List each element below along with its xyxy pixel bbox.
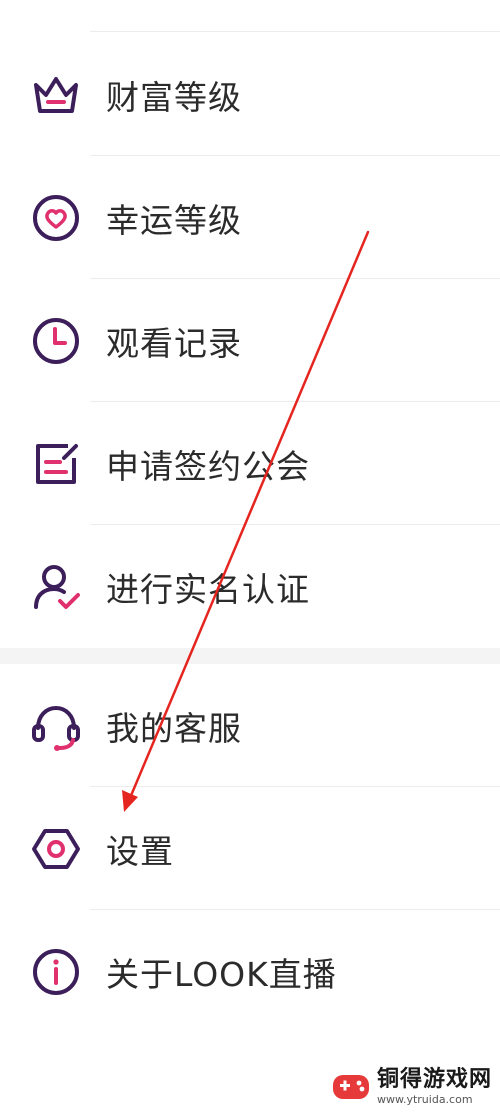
watermark-url: www.ytruida.com <box>376 1093 473 1106</box>
hexagon-settings-icon <box>28 821 84 877</box>
gamepad-logo-icon <box>332 1075 369 1099</box>
headset-icon <box>28 698 84 754</box>
menu-item-luck-level[interactable]: 幸运等级 <box>0 156 500 279</box>
menu-item-label: 财富等级 <box>106 77 242 117</box>
divider <box>90 31 500 32</box>
menu-item-customer-service[interactable]: 我的客服 <box>0 664 500 787</box>
menu-item-label: 观看记录 <box>106 323 242 363</box>
menu-item-wealth-level[interactable]: 财富等级 <box>0 33 500 156</box>
menu-item-real-name-verification[interactable]: 进行实名认证 <box>0 525 500 648</box>
watermark-title: 铜得游戏网 <box>376 1067 492 1092</box>
watermark: 铜得游戏网 www.ytruida.com <box>331 1067 492 1107</box>
section-separator <box>0 648 500 664</box>
info-icon <box>28 944 84 1000</box>
edit-note-icon <box>28 436 84 492</box>
menu-item-label: 设置 <box>106 831 174 871</box>
menu-item-about[interactable]: 关于LOOK直播 <box>0 910 500 1033</box>
crown-icon <box>28 67 84 123</box>
menu-item-apply-guild[interactable]: 申请签约公会 <box>0 402 500 525</box>
menu-item-label: 申请签约公会 <box>106 446 310 486</box>
heart-circle-icon <box>28 190 84 246</box>
menu-item-label: 进行实名认证 <box>106 569 310 609</box>
menu-item-watch-history[interactable]: 观看记录 <box>0 279 500 402</box>
menu-item-label: 关于LOOK直播 <box>106 954 337 994</box>
menu-item-label: 我的客服 <box>106 708 242 748</box>
menu-item-settings[interactable]: 设置 <box>0 787 500 910</box>
user-check-icon <box>28 559 84 615</box>
menu-item-label: 幸运等级 <box>106 200 242 240</box>
clock-icon <box>28 313 84 369</box>
